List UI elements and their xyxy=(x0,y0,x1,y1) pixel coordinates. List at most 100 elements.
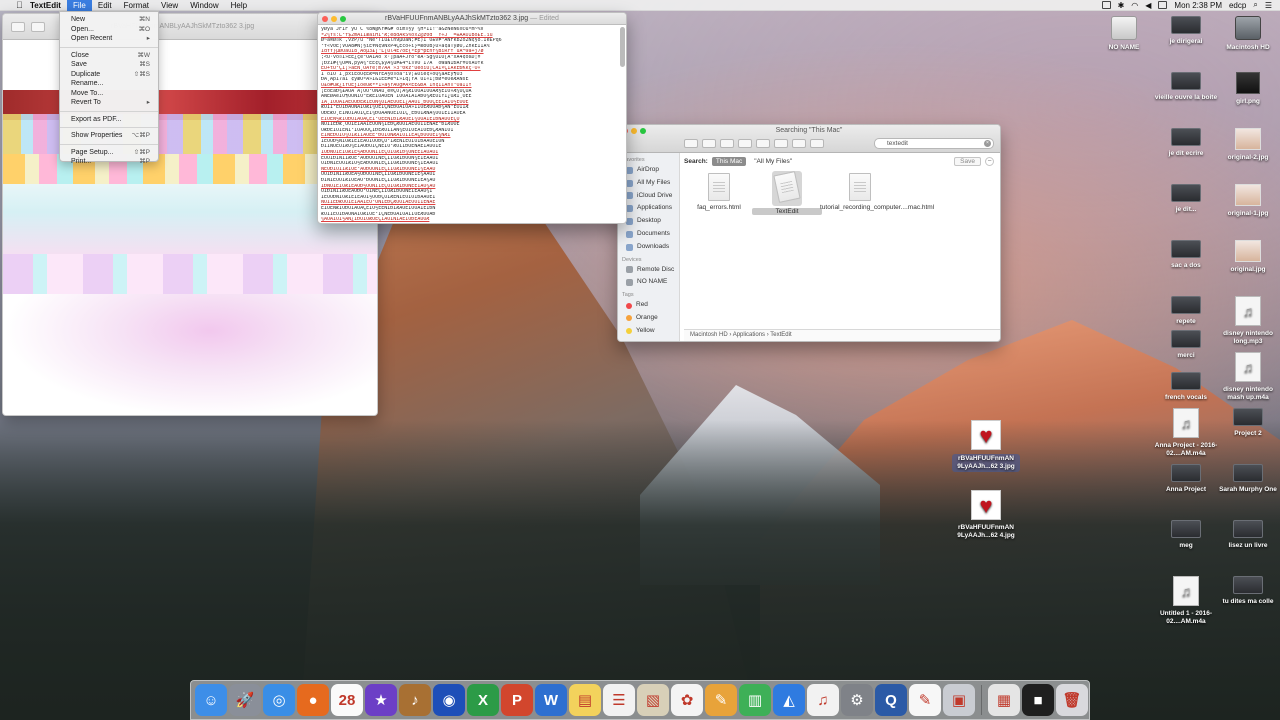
dock-textedit-icon[interactable]: ✎ xyxy=(909,684,941,716)
menu-edit[interactable]: Edit xyxy=(92,0,118,11)
dock-trash-icon[interactable]: 🗑 xyxy=(1056,684,1088,716)
desktop-icon[interactable]: je dit... xyxy=(1152,184,1220,214)
zoom-button[interactable] xyxy=(31,21,45,32)
dock-finder-icon[interactable]: ☺ xyxy=(195,684,227,716)
desktop-icon[interactable]: je dirigerai xyxy=(1152,16,1220,46)
sidebar-item[interactable]: iCloud Drive xyxy=(618,190,679,203)
desktop-icon[interactable]: NO NAME xyxy=(1090,16,1158,52)
result-item[interactable]: tutorial_recording_computer....mac.html xyxy=(820,173,934,211)
dock-garageband-icon[interactable]: ♪ xyxy=(399,684,431,716)
desktop-icon[interactable]: sac a dos xyxy=(1152,240,1220,270)
desktop-icon[interactable]: Anna Project xyxy=(1152,464,1220,494)
desktop-icon[interactable]: french vocals xyxy=(1152,372,1220,402)
close-window-button[interactable] xyxy=(322,16,328,22)
desktop-icon[interactable]: Macintosh HD xyxy=(1214,16,1280,52)
finder-search-input[interactable]: textedit × xyxy=(874,138,994,149)
desktop-icon[interactable]: repete xyxy=(1152,296,1220,326)
file-menu-item[interactable]: New ⌘N xyxy=(60,15,158,25)
file-menu-item[interactable]: Save ⌘S xyxy=(60,60,158,70)
dock-system-preferences-icon[interactable]: ⚙ xyxy=(841,684,873,716)
sidebar-item[interactable]: All My Files xyxy=(618,177,679,190)
dock-documents-stack-icon[interactable]: ▦ xyxy=(988,684,1020,716)
dock-audacity-icon[interactable]: ◉ xyxy=(433,684,465,716)
dock-imovie-icon[interactable]: ★ xyxy=(365,684,397,716)
desktop-icon[interactable]: vieille ouvre la boite xyxy=(1152,72,1220,102)
volume-icon[interactable]: ◀ xyxy=(1145,1,1151,10)
column-view-button[interactable] xyxy=(720,139,734,148)
desktop-icon[interactable]: meg xyxy=(1152,520,1220,550)
dock-firefox-icon[interactable]: ● xyxy=(297,684,329,716)
desktop-icon[interactable]: ♫ disney nintendo long.mp3 xyxy=(1214,296,1280,346)
dock-reminders-icon[interactable]: ☰ xyxy=(603,684,635,716)
dock-photos-icon[interactable]: ✿ xyxy=(671,684,703,716)
sidebar-item[interactable]: Applications xyxy=(618,202,679,215)
menu-format[interactable]: Format xyxy=(118,0,155,11)
wifi-icon[interactable]: ◠ xyxy=(1131,1,1138,10)
sidebar-item[interactable]: NO NAME xyxy=(618,276,679,289)
desktop-icon[interactable]: original-1.jpg xyxy=(1214,184,1280,218)
dock-quicktime-player-icon[interactable]: Q xyxy=(875,684,907,716)
desktop-icon[interactable]: original.jpg xyxy=(1214,240,1280,274)
sidebar-toggle-button[interactable] xyxy=(11,21,25,32)
result-item[interactable]: TextEdit xyxy=(752,171,822,215)
menu-window[interactable]: Window xyxy=(184,0,224,11)
remove-criteria-button[interactable]: − xyxy=(985,156,994,166)
desktop-icon[interactable]: ♫ disney nintendo mash up.m4a xyxy=(1214,352,1280,402)
desktop-icon[interactable]: ♫ Untitled 1 - 2016-02....AM.m4a xyxy=(1152,576,1220,626)
scope-this-mac-button[interactable]: This Mac xyxy=(711,156,747,166)
desktop-icon[interactable]: ♫ Anna Project - 2016-02....AM.m4a xyxy=(1152,408,1220,458)
sidebar-tag[interactable]: Yellow xyxy=(618,325,679,338)
desktop-icon[interactable]: original-2.jpg xyxy=(1214,128,1280,162)
clear-search-icon[interactable]: × xyxy=(984,140,991,147)
minimize-window-button[interactable] xyxy=(331,16,337,22)
file-menu-item[interactable]: Revert To ▸ xyxy=(60,98,158,108)
dock-powerpoint-icon[interactable]: P xyxy=(501,684,533,716)
arrange-button[interactable] xyxy=(756,139,770,148)
dock-screen-recording-icon[interactable]: ■ xyxy=(1022,684,1054,716)
menu-app-name[interactable]: TextEdit xyxy=(24,0,67,11)
sidebar-item[interactable]: Desktop xyxy=(618,215,679,228)
list-view-button[interactable] xyxy=(702,139,716,148)
result-item[interactable]: faq_errors.html xyxy=(684,173,754,211)
sidebar-tag[interactable]: Orange xyxy=(618,312,679,325)
dock-excel-icon[interactable]: X xyxy=(467,684,499,716)
apple-menu-icon[interactable]:  xyxy=(10,0,24,11)
finder-window[interactable]: Searching "This Mac" textedit × Favorite… xyxy=(617,124,1001,342)
file-menu-item[interactable]: Export as PDF... xyxy=(60,115,158,125)
menubar-clock[interactable]: Mon 2:38 PM xyxy=(1174,1,1222,10)
bluetooth-icon[interactable]: ✱ xyxy=(1118,1,1125,10)
file-menu-item[interactable]: Show Properties ⌥⌘P xyxy=(60,131,158,141)
menubar-user[interactable]: edcp xyxy=(1229,1,1246,10)
battery-icon[interactable] xyxy=(1158,1,1168,9)
file-menu-item[interactable]: Move To... xyxy=(60,89,158,99)
dock-itunes-icon[interactable]: ♫ xyxy=(807,684,839,716)
path-segment[interactable]: Applications xyxy=(733,332,765,338)
dock-safari-icon[interactable]: ◎ xyxy=(263,684,295,716)
dock-launchpad-icon[interactable]: 🚀 xyxy=(229,684,261,716)
desktop-icon[interactable]: Sarah Murphy One xyxy=(1214,464,1280,494)
notification-center-icon[interactable]: ☰ xyxy=(1265,1,1272,10)
dock-keynote-icon[interactable]: ◭ xyxy=(773,684,805,716)
document-text-area[interactable]: ÿØÿà JFIF ÿÛ C %8W@Kr#&# òîm¤§ÿ ¼HºÍÌ!^a… xyxy=(318,25,618,223)
menu-file[interactable]: File xyxy=(66,0,92,11)
spotlight-icon[interactable]: ⌕ xyxy=(1253,0,1257,10)
file-menu-item[interactable]: Close ⌘W xyxy=(60,51,158,61)
desktop-icon[interactable]: rBVaHFUUFnmAN 9LyAAJh...62 4.jpg xyxy=(952,490,1020,540)
tags-button[interactable] xyxy=(810,139,824,148)
desktop-icon[interactable]: lisez un livre xyxy=(1214,520,1280,550)
cover-flow-button[interactable] xyxy=(738,139,752,148)
action-gear-button[interactable] xyxy=(774,139,788,148)
dock-image-capture-icon[interactable]: ▣ xyxy=(943,684,975,716)
desktop-icon[interactable]: tu dites ma colle xyxy=(1214,576,1280,606)
sidebar-item[interactable]: AirDrop xyxy=(618,164,679,177)
desktop-icon[interactable]: girl.png xyxy=(1214,72,1280,106)
textedit-window[interactable]: rBVaHFUUFnmANBLyAAJhSkMTzto362 3.jpg — E… xyxy=(317,12,627,224)
dock-preview-icon[interactable]: ▧ xyxy=(637,684,669,716)
fullscreen-window-button[interactable] xyxy=(340,16,346,22)
desktop-icon[interactable]: rBVaHFUUFnmAN 9LyAAJh...62 3.jpg xyxy=(952,420,1020,472)
icon-view-button[interactable] xyxy=(684,139,698,148)
dock-word-icon[interactable]: W xyxy=(535,684,567,716)
dock-stickies-icon[interactable]: ▤ xyxy=(569,684,601,716)
share-button[interactable] xyxy=(792,139,806,148)
file-menu-item[interactable]: Duplicate ⇧⌘S xyxy=(60,70,158,80)
